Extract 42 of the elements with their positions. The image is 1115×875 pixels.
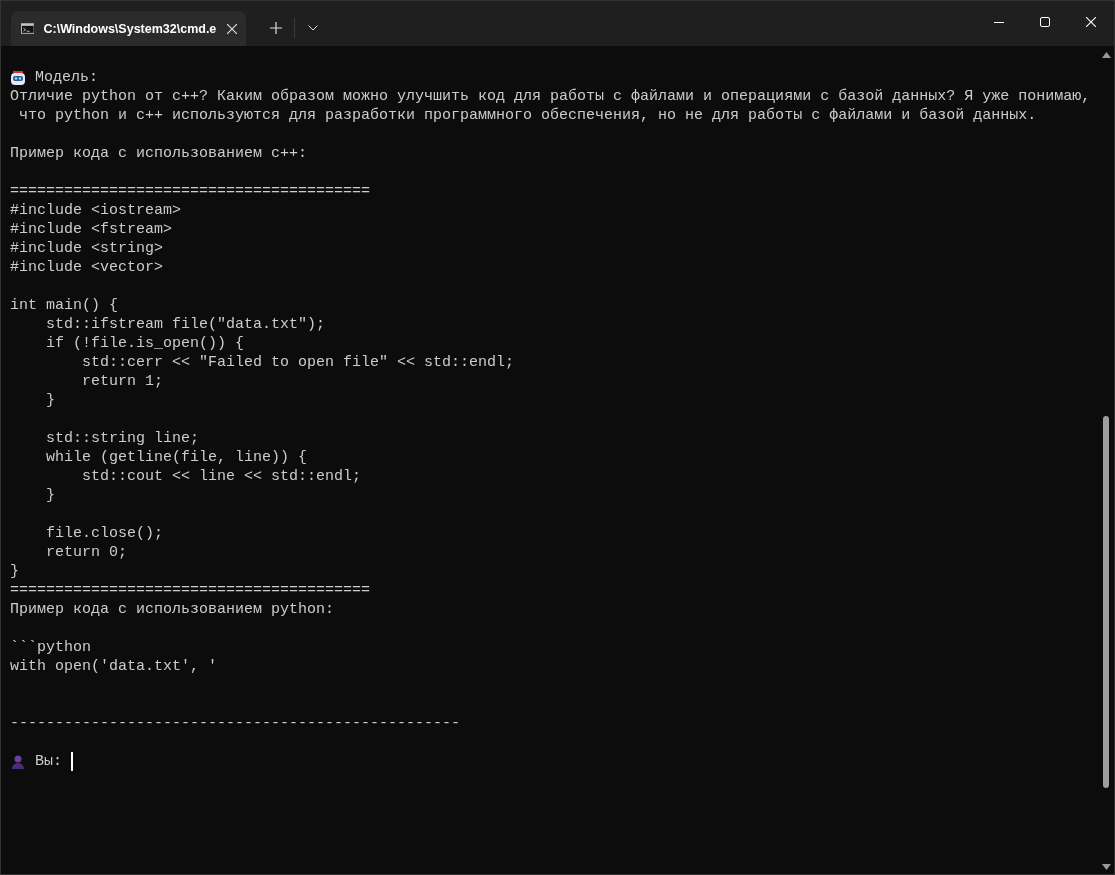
terminal-line: int main() { (10, 296, 119, 315)
terminal-tab[interactable]: C:\Windows\System32\cmd.e (11, 11, 246, 46)
close-icon (1086, 17, 1096, 27)
terminal-line: #include <vector> (10, 258, 164, 277)
chevron-down-icon (308, 25, 318, 31)
terminal-line: -------------------------------------------------- (10, 714, 461, 733)
terminal-line: } (45, 391, 55, 410)
terminal-line: return 0; (45, 543, 128, 562)
scrollbar-thumb[interactable] (1103, 416, 1109, 788)
terminal-line: Отличие python от c++? Каким образом можно улучшить код для работы с файлами и операциями с базой данных? Я уже понимаю, (10, 87, 1091, 106)
terminal-line: with open('data.txt', ' (10, 657, 218, 676)
plus-icon (270, 22, 282, 34)
prompt-label: Вы: (35, 752, 62, 771)
terminal-icon (21, 22, 35, 35)
robot-icon (10, 69, 26, 86)
text-cursor (71, 752, 73, 771)
terminal-line: #include <iostream> (10, 201, 182, 220)
terminal-line: return 1; (81, 372, 164, 391)
terminal-line: while (getline(file, line)) { (45, 448, 308, 467)
terminal-line: ======================================== (10, 182, 371, 201)
terminal-line: ```python (10, 638, 91, 657)
terminal-line: #include <string> (10, 239, 164, 258)
minimize-icon (994, 21, 1004, 23)
terminal-line: #include <fstream> (10, 220, 173, 239)
terminal-line: Пример кода с использованием python: (10, 600, 335, 619)
terminal-line: } (10, 562, 19, 581)
scroll-up-icon[interactable] (1101, 52, 1111, 58)
terminal-line: std::string line; (45, 429, 200, 448)
terminal-line: if (!file.is_open()) { (45, 334, 245, 353)
terminal-line: ======================================== (10, 581, 371, 600)
tab-title: C:\Windows\System32\cmd.e (43, 21, 217, 36)
terminal-line: std::ifstream file("data.txt"); (45, 315, 326, 334)
scroll-down-icon[interactable] (1101, 864, 1111, 870)
terminal-line: что python и c++ используются для разработки программного обеспечения, но не для работы с файлами и базой данных. (18, 106, 1037, 125)
maximize-icon (1040, 17, 1050, 27)
speaker-label: Модель: (35, 68, 98, 87)
terminal-line: std::cerr << "Failed to open file" << std::endl; (81, 353, 515, 372)
terminal-line: Пример кода с использованием c++: (10, 144, 308, 163)
terminal-line: std::cout << line << std::endl; (81, 467, 362, 486)
terminal-line: } (45, 486, 55, 505)
person-icon (10, 753, 26, 770)
terminal-line: file.close(); (45, 524, 164, 543)
